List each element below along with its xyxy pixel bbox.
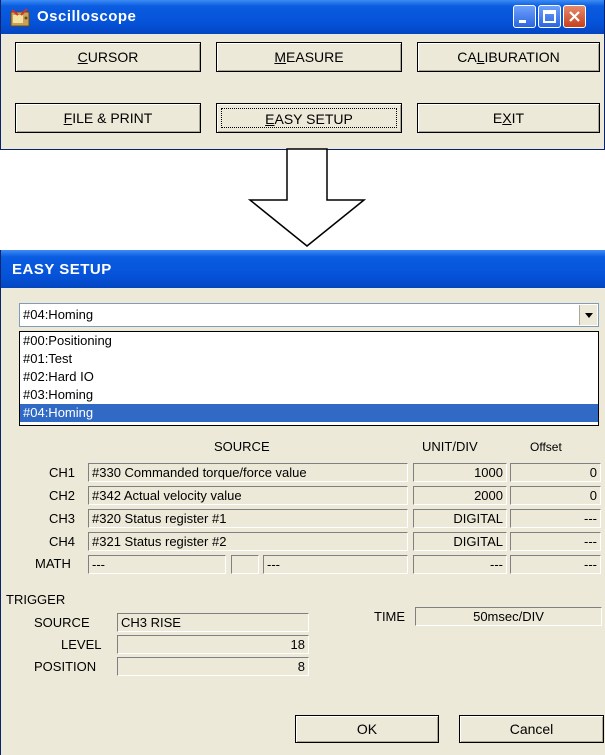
ch2-label: CH2 bbox=[49, 488, 76, 503]
setup-dropdown-list: #00:Positioning #01:Test #02:Hard IO #03… bbox=[19, 331, 599, 426]
maximize-icon bbox=[543, 10, 556, 23]
dropdown-option[interactable]: #00:Positioning bbox=[20, 332, 598, 350]
time-field[interactable]: 50msec/DIV bbox=[415, 607, 602, 626]
setup-select-toggle[interactable] bbox=[579, 305, 597, 325]
dropdown-option[interactable]: #01:Test bbox=[20, 350, 598, 368]
math-operator-field[interactable] bbox=[231, 555, 259, 574]
calibration-label-prefix: CA bbox=[457, 49, 477, 65]
math-unit-field[interactable]: --- bbox=[413, 555, 507, 574]
ch4-label: CH4 bbox=[49, 534, 76, 549]
trigger-position-field[interactable]: 8 bbox=[117, 657, 309, 676]
math-source2-field[interactable]: --- bbox=[263, 555, 408, 574]
calibration-label-mnemonic: L bbox=[476, 49, 485, 65]
ch1-unit-field[interactable]: 1000 bbox=[413, 463, 507, 482]
measure-button[interactable]: MEASURE bbox=[216, 42, 402, 72]
ok-button[interactable]: OK bbox=[295, 715, 439, 743]
ch2-offset-field[interactable]: 0 bbox=[510, 486, 601, 505]
oscilloscope-app-icon bbox=[10, 8, 30, 27]
unit-div-column-header: UNIT/DIV bbox=[422, 439, 478, 454]
time-label: TIME bbox=[374, 609, 406, 624]
trigger-position-label: POSITION bbox=[34, 659, 97, 674]
cursor-button[interactable]: CURSOR bbox=[15, 42, 201, 72]
maximize-button[interactable] bbox=[538, 5, 561, 28]
measure-label-rest: EASURE bbox=[286, 49, 344, 65]
easy-setup-window: EASY SETUP #04:Homing #00:Positioning #0… bbox=[0, 250, 605, 755]
easy-setup-title: EASY SETUP bbox=[12, 261, 112, 278]
exit-label-prefix: E bbox=[492, 110, 503, 126]
trigger-source-field[interactable]: CH3 RISE bbox=[117, 613, 309, 632]
ch3-label: CH3 bbox=[49, 511, 76, 526]
ch4-source-field[interactable]: #321 Status register #2 bbox=[88, 532, 408, 551]
easy-setup-label-rest: ASY SETUP bbox=[274, 111, 353, 127]
trigger-heading: TRIGGER bbox=[6, 592, 66, 607]
math-source1-field[interactable]: --- bbox=[88, 555, 226, 574]
source-column-header: SOURCE bbox=[214, 439, 270, 454]
dropdown-option-selected[interactable]: #04:Homing bbox=[20, 404, 598, 422]
down-arrow-icon bbox=[248, 148, 366, 247]
file-print-label-mnemonic: F bbox=[63, 110, 73, 126]
exit-label-mnemonic: X bbox=[502, 110, 512, 126]
close-icon bbox=[569, 11, 580, 22]
dropdown-option[interactable]: #02:Hard IO bbox=[20, 368, 598, 386]
minimize-button[interactable] bbox=[513, 5, 536, 28]
exit-label-rest: IT bbox=[511, 110, 525, 126]
ch3-offset-field[interactable]: --- bbox=[510, 509, 601, 528]
chevron-down-icon bbox=[585, 313, 593, 318]
ch2-unit-field[interactable]: 2000 bbox=[413, 486, 507, 505]
ch4-offset-field[interactable]: --- bbox=[510, 532, 601, 551]
calibration-label-rest: IBURATION bbox=[484, 49, 560, 65]
oscilloscope-window: Oscilloscope CURSOR MEASURE CALIBURATION… bbox=[0, 0, 605, 150]
offset-column-header: Offset bbox=[530, 440, 562, 454]
oscilloscope-title: Oscilloscope bbox=[37, 8, 137, 25]
close-button[interactable] bbox=[563, 5, 586, 28]
cursor-label-mnemonic: C bbox=[77, 49, 88, 65]
math-offset-field[interactable]: --- bbox=[510, 555, 601, 574]
calibration-button[interactable]: CALIBURATION bbox=[417, 42, 600, 72]
easy-setup-titlebar[interactable]: EASY SETUP bbox=[1, 250, 605, 288]
file-print-label-rest: ILE & PRINT bbox=[72, 110, 153, 126]
trigger-level-label: LEVEL bbox=[61, 637, 102, 652]
math-label: MATH bbox=[35, 556, 71, 571]
exit-button[interactable]: EXIT bbox=[417, 103, 600, 133]
ch1-source-field[interactable]: #330 Commanded torque/force value bbox=[88, 463, 408, 482]
minimize-icon bbox=[519, 20, 526, 23]
easy-setup-button[interactable]: EASY SETUP bbox=[216, 103, 402, 133]
oscilloscope-titlebar[interactable]: Oscilloscope bbox=[1, 0, 604, 34]
cursor-label-rest: URSOR bbox=[87, 49, 139, 65]
ch3-source-field[interactable]: #320 Status register #1 bbox=[88, 509, 408, 528]
cancel-button[interactable]: Cancel bbox=[459, 715, 604, 743]
easy-setup-label-mnemonic: E bbox=[265, 111, 275, 127]
ch1-offset-field[interactable]: 0 bbox=[510, 463, 601, 482]
ch1-label: CH1 bbox=[49, 465, 76, 480]
file-print-button[interactable]: FILE & PRINT bbox=[15, 103, 201, 133]
ch2-source-field[interactable]: #342 Actual velocity value bbox=[88, 486, 408, 505]
ch3-unit-field[interactable]: DIGITAL bbox=[413, 509, 507, 528]
ch4-unit-field[interactable]: DIGITAL bbox=[413, 532, 507, 551]
dropdown-option[interactable]: #03:Homing bbox=[20, 386, 598, 404]
trigger-level-field[interactable]: 18 bbox=[117, 635, 309, 654]
setup-select-value: #04:Homing bbox=[23, 307, 94, 322]
easy-setup-focus-rect: EASY SETUP bbox=[221, 108, 397, 128]
setup-select[interactable]: #04:Homing bbox=[19, 303, 599, 327]
measure-label-mnemonic: M bbox=[274, 49, 287, 65]
trigger-source-label: SOURCE bbox=[34, 615, 90, 630]
